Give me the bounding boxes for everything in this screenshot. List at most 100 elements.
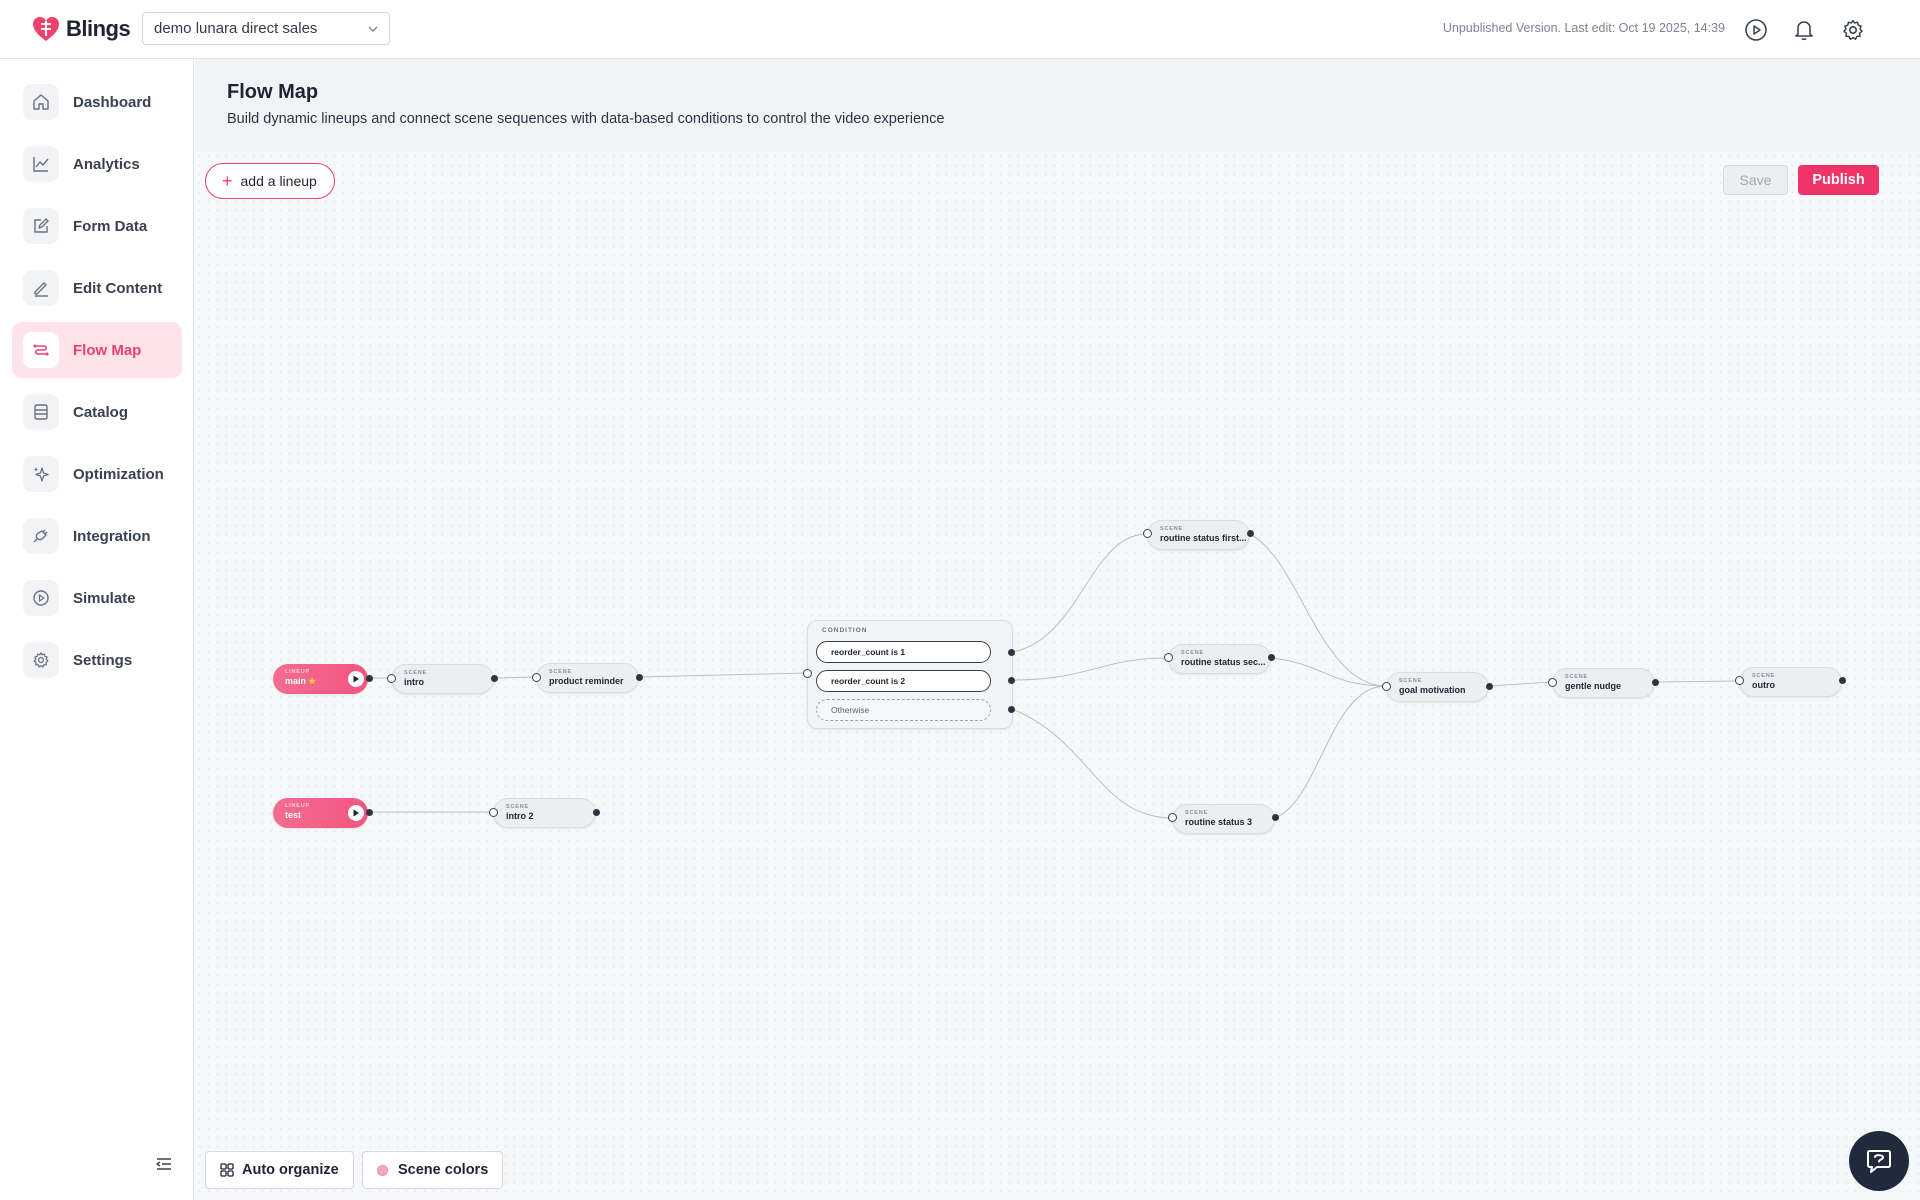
node-kind-label: CONDITION — [822, 627, 868, 634]
sidebar: Dashboard Analytics Form Data Edit Conte… — [0, 59, 194, 1200]
input-port[interactable] — [1168, 813, 1177, 822]
chat-icon — [1867, 1150, 1891, 1173]
sparkle-icon — [23, 456, 59, 492]
gear-icon[interactable] — [1839, 16, 1867, 44]
output-port[interactable] — [593, 809, 600, 816]
collapse-sidebar-icon[interactable] — [155, 1155, 173, 1173]
lineup-name-text: main — [285, 676, 307, 686]
sidebar-item-dashboard[interactable]: Dashboard — [12, 74, 182, 130]
scene-node-goal-motivation[interactable]: SCENE goal motivation — [1386, 672, 1489, 702]
output-port[interactable] — [1652, 679, 1659, 686]
lineup-node-main[interactable]: LINEUP main ★ — [273, 664, 368, 694]
scene-node-intro[interactable]: SCENE intro — [391, 664, 494, 694]
sidebar-item-settings[interactable]: Settings — [12, 632, 182, 688]
save-button[interactable]: Save — [1723, 165, 1788, 195]
sidebar-item-label: Edit Content — [73, 279, 163, 297]
sidebar-item-label: Analytics — [73, 155, 140, 173]
scene-name: gentle nudge — [1565, 681, 1621, 691]
output-port[interactable] — [1008, 706, 1015, 713]
output-port[interactable] — [1268, 654, 1275, 661]
publish-button[interactable]: Publish — [1798, 165, 1879, 195]
node-kind-label: SCENE — [549, 669, 572, 675]
scene-name: routine status first... — [1160, 533, 1247, 543]
input-port[interactable] — [803, 669, 812, 678]
sidebar-item-catalog[interactable]: Catalog — [12, 384, 182, 440]
sidebar-item-analytics[interactable]: Analytics — [12, 136, 182, 192]
lineup-node-test[interactable]: LINEUP test — [273, 798, 368, 828]
pencil-icon — [23, 270, 59, 306]
sidebar-item-flow-map[interactable]: Flow Map — [12, 322, 182, 378]
output-port[interactable] — [1247, 530, 1254, 537]
output-port[interactable] — [366, 675, 373, 682]
project-select-value: demo lunara direct sales — [154, 20, 318, 37]
sidebar-item-edit-content[interactable]: Edit Content — [12, 260, 182, 316]
output-port[interactable] — [1272, 814, 1279, 821]
play-icon[interactable] — [348, 805, 364, 821]
page-header: Flow Map Build dynamic lineups and conne… — [195, 59, 1920, 152]
gear-icon — [23, 642, 59, 678]
color-dot-icon — [377, 1164, 388, 1176]
sidebar-item-simulate[interactable]: Simulate — [12, 570, 182, 626]
output-port[interactable] — [366, 809, 373, 816]
bell-icon[interactable] — [1790, 16, 1818, 44]
input-port[interactable] — [532, 673, 541, 682]
input-port[interactable] — [1143, 529, 1152, 538]
input-port[interactable] — [1164, 653, 1173, 662]
scene-node-routine-status-3[interactable]: SCENE routine status 3 — [1172, 804, 1275, 834]
chevron-down-icon — [368, 26, 378, 32]
condition-branch-1[interactable]: reorder_count is 1 — [816, 641, 991, 663]
plus-icon: + — [222, 171, 233, 191]
add-lineup-button[interactable]: + add a lineup — [205, 163, 335, 199]
version-status: Unpublished Version. Last edit: Oct 19 2… — [1442, 21, 1725, 35]
scene-node-outro[interactable]: SCENE outro — [1739, 667, 1842, 697]
top-bar: Blings demo lunara direct sales Unpublis… — [0, 0, 1920, 59]
chart-icon — [23, 146, 59, 182]
preview-play-icon[interactable] — [1742, 16, 1770, 44]
scene-node-gentle-nudge[interactable]: SCENE gentle nudge — [1552, 668, 1655, 698]
node-kind-label: SCENE — [1752, 673, 1775, 679]
flow-icon — [23, 332, 59, 368]
sidebar-item-optimization[interactable]: Optimization — [12, 446, 182, 502]
scene-name: outro — [1752, 680, 1775, 690]
sidebar-item-integration[interactable]: Integration — [12, 508, 182, 564]
scene-name: routine status 3 — [1185, 817, 1253, 827]
app-logo[interactable]: Blings — [32, 16, 131, 42]
scene-name: intro 2 — [506, 811, 534, 821]
node-kind-label: SCENE — [1160, 526, 1183, 532]
output-port[interactable] — [1839, 677, 1846, 684]
help-chat-button[interactable] — [1849, 1131, 1909, 1191]
play-icon[interactable] — [348, 671, 364, 687]
condition-node[interactable]: CONDITION reorder_count is 1 reorder_cou… — [807, 620, 1013, 729]
condition-otherwise[interactable]: Otherwise — [816, 699, 991, 721]
scene-name: routine status sec... — [1181, 657, 1266, 667]
plug-icon — [23, 518, 59, 554]
scene-name: intro — [404, 677, 424, 687]
auto-organize-button[interactable]: Auto organize — [205, 1151, 354, 1189]
input-port[interactable] — [1548, 678, 1557, 687]
output-port[interactable] — [1008, 677, 1015, 684]
output-port[interactable] — [1486, 683, 1493, 690]
input-port[interactable] — [387, 674, 396, 683]
scene-node-product-reminder[interactable]: SCENE product reminder — [536, 663, 639, 693]
condition-branch-2[interactable]: reorder_count is 2 — [816, 670, 991, 692]
output-port[interactable] — [491, 675, 498, 682]
scene-name: goal motivation — [1399, 685, 1466, 695]
scene-node-routine-status-second[interactable]: SCENE routine status sec... — [1168, 644, 1271, 674]
sidebar-item-form-data[interactable]: Form Data — [12, 198, 182, 254]
scene-colors-button[interactable]: Scene colors — [362, 1151, 504, 1189]
auto-organize-label: Auto organize — [242, 1162, 339, 1178]
scene-node-intro-2[interactable]: SCENE intro 2 — [493, 798, 596, 828]
node-kind-label: SCENE — [1399, 678, 1422, 684]
sidebar-item-label: Form Data — [73, 217, 148, 235]
project-select[interactable]: demo lunara direct sales — [142, 12, 390, 45]
output-port[interactable] — [636, 674, 643, 681]
input-port[interactable] — [489, 808, 498, 817]
input-port[interactable] — [1382, 682, 1391, 691]
sidebar-item-label: Catalog — [73, 403, 129, 421]
catalog-icon — [23, 394, 59, 430]
output-port[interactable] — [1008, 649, 1015, 656]
scene-node-routine-status-first[interactable]: SCENE routine status first... — [1147, 520, 1250, 550]
node-kind-label: SCENE — [1185, 810, 1208, 816]
input-port[interactable] — [1735, 676, 1744, 685]
lineup-name: test — [285, 810, 302, 820]
